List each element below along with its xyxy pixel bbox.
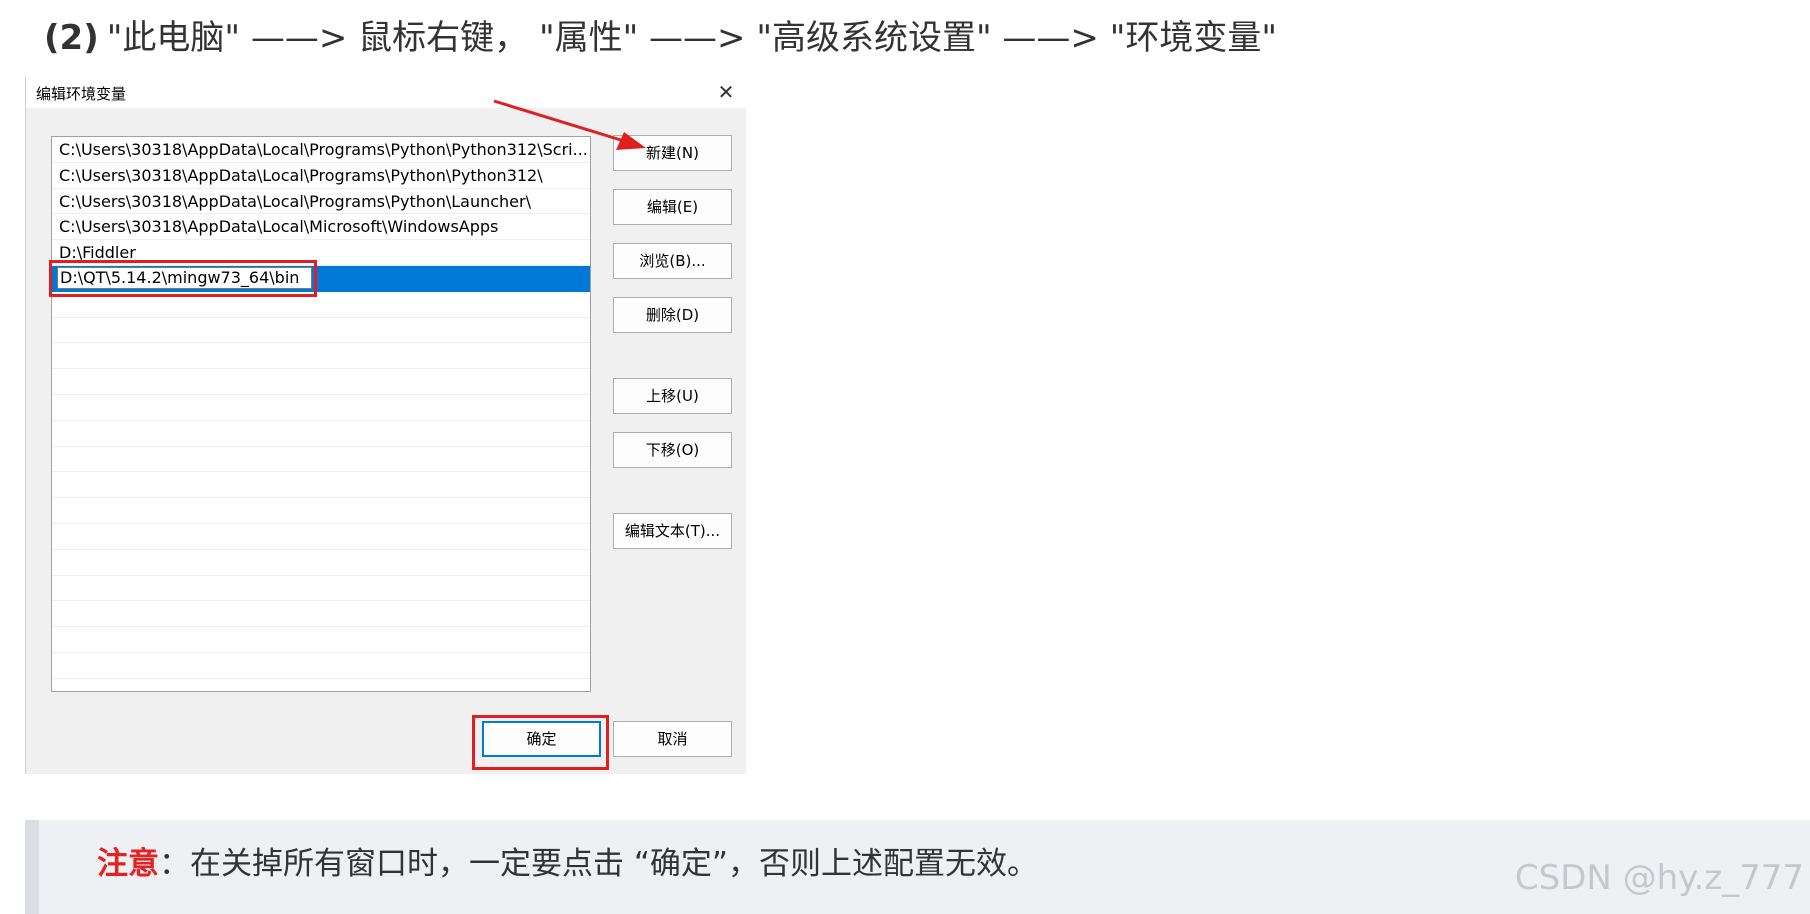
delete-button[interactable]: 删除(D) xyxy=(613,297,732,333)
list-item-empty[interactable] xyxy=(52,601,590,628)
step-number: (2) xyxy=(44,18,99,58)
list-item-empty[interactable] xyxy=(52,576,590,602)
list-item-empty[interactable] xyxy=(52,472,590,499)
dialog-title: 编辑环境变量 xyxy=(36,85,127,103)
list-item-empty[interactable] xyxy=(52,395,590,421)
list-item-empty[interactable] xyxy=(52,421,590,447)
path-edit-input[interactable] xyxy=(57,266,312,289)
list-item-empty[interactable] xyxy=(52,550,590,576)
list-item[interactable]: D:\Fiddler xyxy=(52,240,590,266)
edit-env-var-dialog: 编辑环境变量 ✕ C:\Users\30318\AppData\Local\Pr… xyxy=(25,76,746,774)
close-icon[interactable]: ✕ xyxy=(710,76,742,108)
move-up-button[interactable]: 上移(U) xyxy=(613,378,732,414)
list-item-empty[interactable] xyxy=(52,627,590,653)
list-item-empty[interactable] xyxy=(52,369,590,395)
list-item-empty[interactable] xyxy=(52,653,590,679)
browse-button[interactable]: 浏览(B)... xyxy=(613,243,732,279)
step-heading: (2) "此电脑" ——> 鼠标右键， "属性" ——> "高级系统设置" ——>… xyxy=(44,12,1277,64)
list-item[interactable]: C:\Users\30318\AppData\Local\Programs\Py… xyxy=(52,189,590,215)
list-item-empty[interactable] xyxy=(52,524,590,550)
new-button[interactable]: 新建(N) xyxy=(613,135,732,171)
move-down-button[interactable]: 下移(O) xyxy=(613,432,732,468)
list-item-empty[interactable] xyxy=(52,343,590,370)
list-item-empty[interactable] xyxy=(52,447,590,473)
ok-button[interactable]: 确定 xyxy=(482,721,601,757)
note-label: 注意 xyxy=(97,846,159,882)
list-item-empty[interactable] xyxy=(52,318,590,344)
list-item-empty[interactable] xyxy=(52,498,590,524)
list-item[interactable]: C:\Users\30318\AppData\Local\Programs\Py… xyxy=(52,137,590,163)
step-heading-text: "此电脑" ——> 鼠标右键， "属性" ——> "高级系统设置" ——> "环… xyxy=(106,18,1277,58)
dialog-titlebar: 编辑环境变量 ✕ xyxy=(26,76,746,108)
watermark: CSDN @hy.z_777 xyxy=(1514,858,1804,898)
list-item[interactable]: C:\Users\30318\AppData\Local\Microsoft\W… xyxy=(52,214,590,241)
page: (2) "此电脑" ——> 鼠标右键， "属性" ——> "高级系统设置" ——>… xyxy=(0,0,1810,914)
note-text-line: 注意：在关掉所有窗口时，一定要点击 “确定”，否则上述配置无效。 xyxy=(97,840,1038,888)
list-item-selected[interactable] xyxy=(52,265,590,292)
note-separator: ： xyxy=(159,846,190,882)
cancel-button[interactable]: 取消 xyxy=(613,721,732,757)
note-text: 在关掉所有窗口时，一定要点击 “确定”，否则上述配置无效。 xyxy=(190,846,1038,882)
edit-button[interactable]: 编辑(E) xyxy=(613,189,732,225)
edit-text-button[interactable]: 编辑文本(T)... xyxy=(613,513,732,549)
path-list[interactable]: C:\Users\30318\AppData\Local\Programs\Py… xyxy=(51,136,591,692)
list-item[interactable]: C:\Users\30318\AppData\Local\Programs\Py… xyxy=(52,163,590,189)
list-item-empty[interactable] xyxy=(52,292,590,318)
